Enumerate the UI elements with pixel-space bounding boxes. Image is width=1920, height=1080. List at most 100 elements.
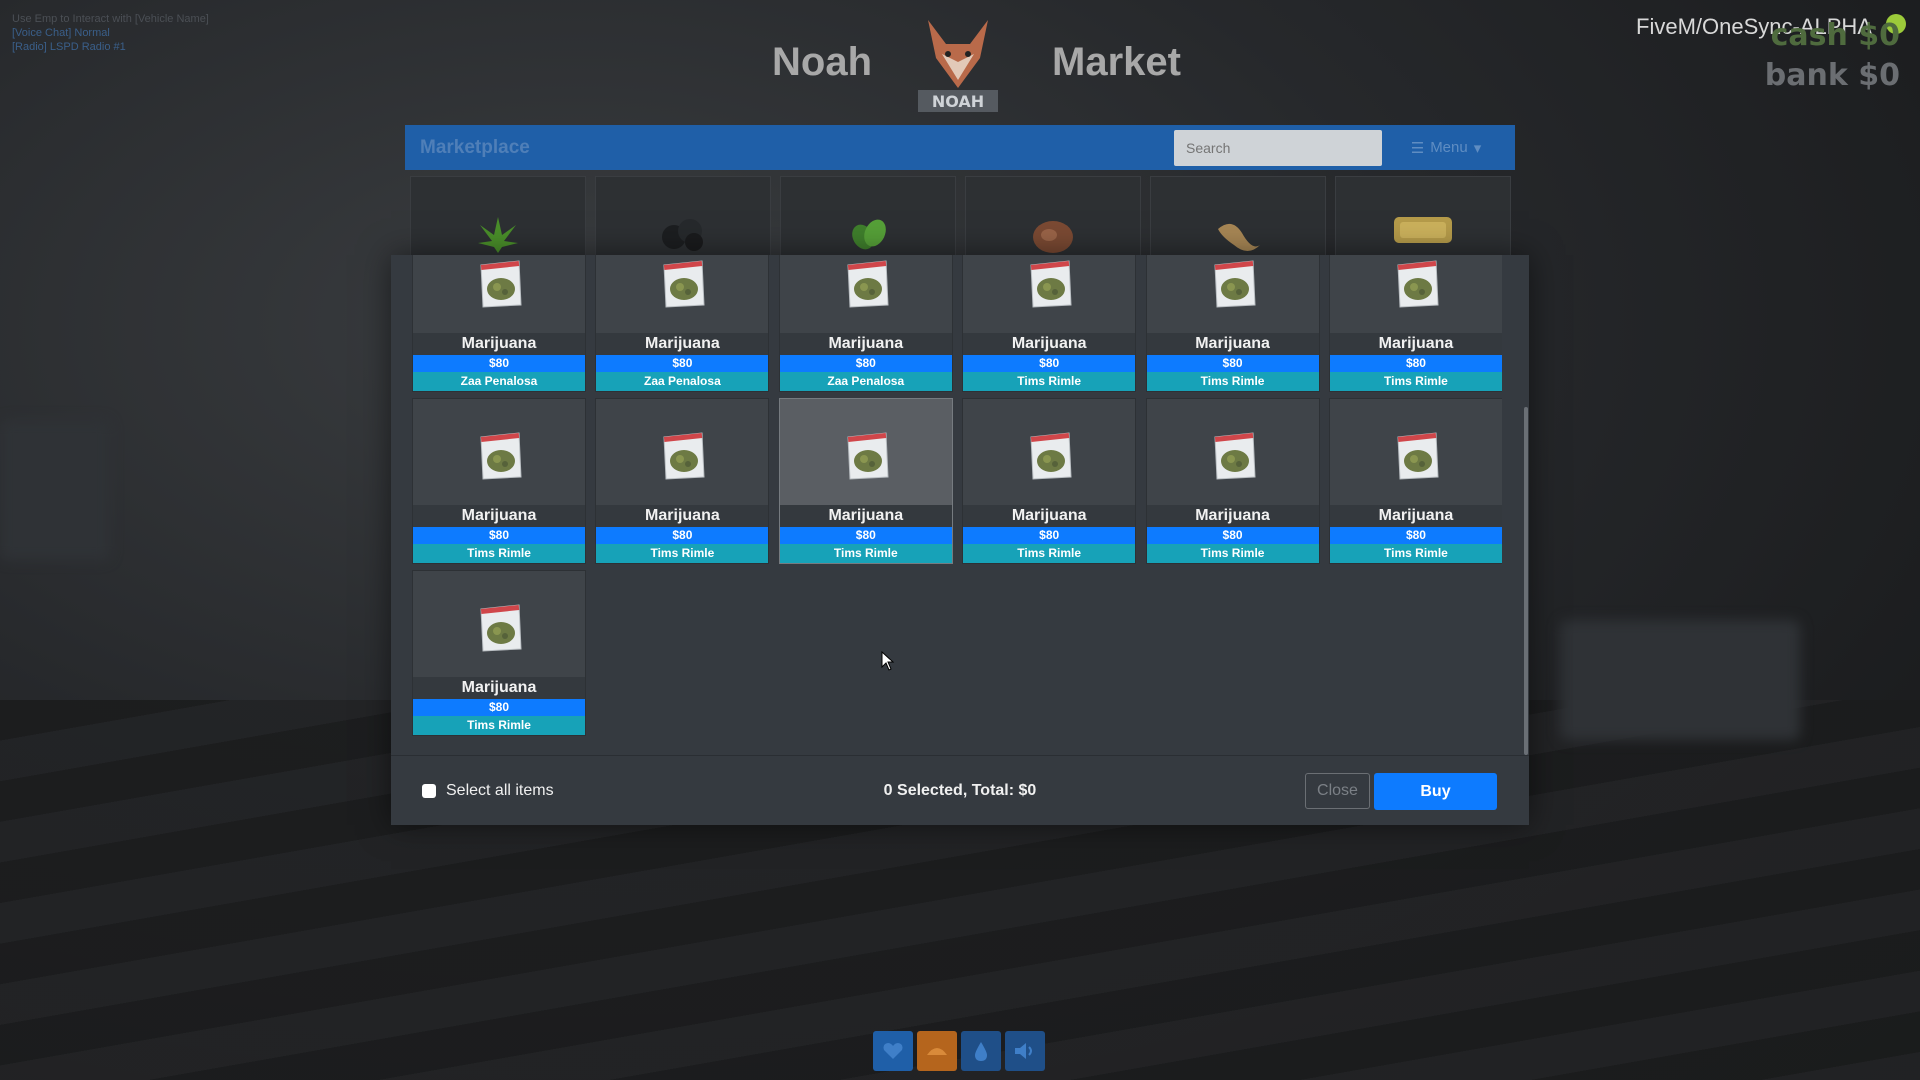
- menu-label: Menu: [1430, 139, 1468, 156]
- caret-down-icon: ▾: [1473, 139, 1482, 157]
- item-seller: Zaa Penalosa: [779, 372, 952, 391]
- category-meat[interactable]: [965, 176, 1141, 260]
- gold-bar-icon: [1394, 217, 1452, 243]
- item-seller: Tims Rimle: [413, 544, 585, 563]
- category-cannabis[interactable]: [410, 176, 586, 260]
- herb-leaves-icon: [852, 219, 886, 250]
- item-price: $80: [963, 355, 1136, 372]
- item-seller: Tims Rimle: [1146, 372, 1319, 391]
- item-seller: Tims Rimle: [779, 544, 952, 563]
- item-seller: Tims Rimle: [596, 544, 769, 563]
- water-drop-icon: [961, 1031, 1001, 1071]
- item-price: $80: [963, 527, 1136, 544]
- category-row: [410, 176, 1511, 260]
- item-card[interactable]: Marijuana $80 Tims Rimle: [595, 398, 770, 564]
- item-name: Marijuana: [1329, 505, 1502, 527]
- fox-logo-icon: NOAH: [918, 20, 998, 112]
- heart-icon: [873, 1031, 913, 1071]
- item-seller: Tims Rimle: [1329, 372, 1502, 391]
- hud-line: Use Emp to Interact with [Vehicle Name]: [12, 13, 209, 25]
- weed-bag-icon: [842, 257, 892, 311]
- weed-bag-icon: [475, 257, 525, 311]
- item-card[interactable]: Marijuana $80 Tims Rimle: [962, 398, 1137, 564]
- item-name: Marijuana: [596, 505, 769, 527]
- item-card[interactable]: Marijuana $80 Zaa Penalosa: [595, 255, 770, 392]
- hamburger-icon: ☰: [1410, 139, 1425, 157]
- menu-button[interactable]: ☰ Menu ▾: [1392, 130, 1500, 166]
- hud-info: Use Emp to Interact with [Vehicle Name] …: [12, 12, 209, 54]
- item-card[interactable]: Marijuana $80 Tims Rimle: [778, 398, 953, 564]
- brand-right-text: Market: [1052, 40, 1181, 84]
- close-button[interactable]: Close: [1305, 773, 1370, 809]
- item-card[interactable]: Marijuana $80 Tims Rimle: [1328, 255, 1502, 392]
- item-price: $80: [1329, 355, 1502, 372]
- item-name: Marijuana: [413, 333, 585, 355]
- bread-icon: [1218, 223, 1260, 251]
- item-card[interactable]: Marijuana $80 Tims Rimle: [1328, 398, 1502, 564]
- item-seller: Tims Rimle: [963, 372, 1136, 391]
- hud-line: [Radio] LSPD Radio #1: [12, 41, 126, 53]
- item-name: Marijuana: [1329, 333, 1502, 355]
- item-name: Marijuana: [779, 333, 952, 355]
- cannabis-leaf-icon: [478, 217, 518, 253]
- buy-button[interactable]: Buy: [1374, 773, 1497, 810]
- search-input[interactable]: [1174, 129, 1382, 166]
- item-card[interactable]: Marijuana $80 Tims Rimle: [412, 570, 586, 736]
- market-modal: Marijuana $80 Zaa Penalosa Marijuana $80…: [391, 255, 1529, 825]
- background-object: [1560, 620, 1800, 740]
- item-seller: Tims Rimle: [1329, 544, 1502, 563]
- item-seller: Tims Rimle: [963, 544, 1136, 563]
- item-name: Marijuana: [413, 505, 585, 527]
- item-grid-viewport: Marijuana $80 Zaa Penalosa Marijuana $80…: [412, 255, 1502, 755]
- item-price: $80: [779, 527, 952, 544]
- item-name: Marijuana: [779, 505, 952, 527]
- item-price: $80: [596, 527, 769, 544]
- item-price: $80: [413, 527, 585, 544]
- item-price: $80: [413, 699, 585, 716]
- item-card[interactable]: Marijuana $80 Tims Rimle: [412, 398, 586, 564]
- item-name: Marijuana: [413, 677, 585, 699]
- category-coal[interactable]: [595, 176, 771, 260]
- status-icons: [873, 1031, 1045, 1071]
- category-gold[interactable]: [1335, 176, 1511, 260]
- marketplace-header: Marketplace ☰ Menu ▾: [405, 125, 1515, 170]
- mouse-cursor-icon: [881, 651, 895, 671]
- category-herbs[interactable]: [780, 176, 956, 260]
- item-name: Marijuana: [1146, 505, 1319, 527]
- item-card[interactable]: Marijuana $80 Zaa Penalosa: [778, 255, 953, 392]
- modal-footer: Select all items 0 Selected, Total: $0 C…: [391, 756, 1529, 825]
- item-seller: Zaa Penalosa: [596, 372, 769, 391]
- item-seller: Tims Rimle: [413, 716, 585, 735]
- weed-bag-icon: [1209, 429, 1259, 483]
- item-card[interactable]: Marijuana $80 Zaa Penalosa: [412, 255, 586, 392]
- weed-bag-icon: [1392, 429, 1442, 483]
- item-name: Marijuana: [596, 333, 769, 355]
- weed-bag-icon: [475, 601, 525, 655]
- item-name: Marijuana: [963, 505, 1136, 527]
- weed-bag-icon: [1392, 257, 1442, 311]
- item-name: Marijuana: [963, 333, 1136, 355]
- marketplace-title: Marketplace: [420, 136, 530, 158]
- category-bread[interactable]: [1150, 176, 1326, 260]
- item-seller: Zaa Penalosa: [413, 372, 585, 391]
- item-card[interactable]: Marijuana $80 Tims Rimle: [1145, 255, 1320, 392]
- item-card[interactable]: Marijuana $80 Tims Rimle: [962, 255, 1137, 392]
- weed-bag-icon: [658, 257, 708, 311]
- speaker-icon: [1005, 1031, 1045, 1071]
- item-price: $80: [779, 355, 952, 372]
- weed-bag-icon: [658, 429, 708, 483]
- bank-display: bank $0: [1764, 58, 1900, 93]
- logo-text: NOAH: [932, 92, 984, 111]
- weed-bag-icon: [1025, 429, 1075, 483]
- background-object: [0, 420, 110, 560]
- item-price: $80: [1146, 355, 1319, 372]
- coal-rocks-icon: [662, 219, 703, 251]
- weed-bag-icon: [1025, 257, 1075, 311]
- item-card[interactable]: Marijuana $80 Tims Rimle: [1145, 398, 1320, 564]
- weed-bag-icon: [475, 429, 525, 483]
- meat-icon: [1033, 221, 1073, 253]
- shield-icon: [917, 1031, 957, 1071]
- item-seller: Tims Rimle: [1146, 544, 1319, 563]
- scrollbar[interactable]: [1524, 407, 1528, 755]
- item-price: $80: [1146, 527, 1319, 544]
